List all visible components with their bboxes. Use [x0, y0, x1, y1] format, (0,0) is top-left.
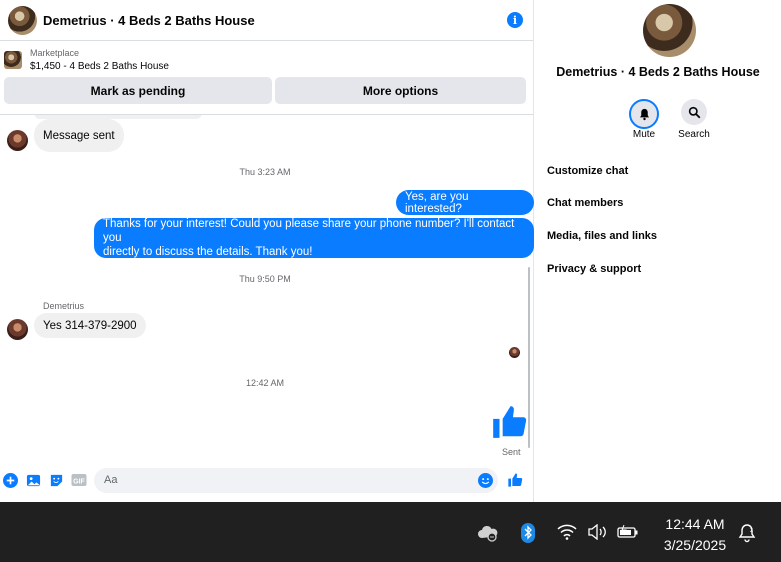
chat-info-sidebar: Demetrius · 4 Beds 2 Baths House Mute Se…	[535, 0, 781, 502]
search-icon	[688, 106, 700, 118]
info-icon[interactable]: i	[507, 12, 523, 28]
incoming-message: Yes 314-379-2900	[34, 313, 146, 338]
search-label: Search	[678, 129, 710, 140]
more-options-button[interactable]: More options	[275, 77, 526, 104]
clock-time: 12:44 AM	[665, 516, 725, 532]
composer: GIF Aa	[0, 462, 534, 498]
message-input-placeholder: Aa	[104, 474, 118, 486]
chat-panel: Demetrius · 4 Beds 2 Baths House i Marke…	[0, 0, 534, 502]
incoming-message: Message sent	[34, 119, 124, 152]
avatar[interactable]	[7, 319, 28, 340]
battery-icon[interactable]	[617, 524, 639, 540]
message-list: Message sent Thu 3:23 AM Yes, are you in…	[0, 115, 534, 460]
svg-text:z: z	[750, 528, 753, 534]
notification-bell-icon[interactable]: z	[737, 523, 757, 543]
bell-icon	[639, 108, 649, 120]
taskbar: 12:44 AM 3/25/2025 z	[0, 502, 781, 562]
timestamp: Thu 9:50 PM	[239, 274, 291, 284]
plus-icon[interactable]	[2, 472, 18, 488]
chat-members-item[interactable]: Chat members	[547, 197, 623, 209]
sidebar-title: Demetrius · 4 Beds 2 Baths House	[556, 65, 760, 79]
wifi-icon[interactable]	[557, 524, 577, 540]
marketplace-label: Marketplace	[30, 48, 80, 58]
customize-chat-item[interactable]: Customize chat	[547, 165, 628, 177]
mute-label: Mute	[632, 129, 656, 140]
chat-header: Demetrius · 4 Beds 2 Baths House i	[0, 0, 533, 41]
bluetooth-icon[interactable]	[520, 522, 536, 544]
outgoing-message: Yes, are you interested?	[396, 190, 534, 215]
outgoing-message: Thanks for your interest! Could you plea…	[94, 218, 534, 258]
read-receipt-avatar	[509, 347, 520, 358]
volume-icon[interactable]	[587, 524, 609, 540]
chat-title: Demetrius · 4 Beds 2 Baths House	[43, 12, 255, 28]
sender-name: Demetrius	[43, 301, 85, 311]
photo-icon[interactable]	[25, 472, 41, 488]
scrollbar[interactable]	[528, 267, 530, 448]
mute-button[interactable]	[629, 99, 659, 129]
message-line: directly to discuss the details. Thank y…	[103, 246, 313, 258]
emoji-icon[interactable]	[478, 472, 493, 488]
avatar[interactable]	[7, 130, 28, 151]
marketplace-bar: Marketplace $1,450 - 4 Beds 2 Baths Hous…	[0, 41, 533, 115]
system-clock[interactable]: 12:44 AM 3/25/2025	[652, 514, 738, 556]
search-button[interactable]	[681, 99, 707, 125]
svg-text:GIF: GIF	[73, 479, 85, 486]
mark-as-pending-button[interactable]: Mark as pending	[4, 77, 272, 104]
sidebar-avatar[interactable]	[643, 4, 696, 57]
media-files-links-item[interactable]: Media, files and links	[547, 230, 657, 242]
listing-price[interactable]: $1,450 - 4 Beds 2 Baths House	[30, 60, 169, 73]
sticker-icon[interactable]	[48, 472, 64, 488]
listing-avatar[interactable]	[8, 5, 37, 35]
onedrive-icon[interactable]	[477, 524, 499, 542]
message-input[interactable]: Aa	[94, 467, 498, 493]
privacy-support-item[interactable]: Privacy & support	[547, 263, 641, 275]
clock-date: 3/25/2025	[663, 537, 727, 553]
listing-thumbnail[interactable]	[4, 51, 22, 69]
message-text: Yes, are you interested?	[405, 190, 469, 215]
timestamp: Thu 3:23 AM	[239, 167, 291, 177]
message-line: Thanks for your interest! Could you plea…	[103, 218, 515, 244]
message-text: Yes 314-379-2900	[43, 319, 137, 332]
like-button-icon[interactable]	[507, 472, 523, 488]
messenger-window: Demetrius · 4 Beds 2 Baths House i Marke…	[0, 0, 781, 502]
message-text: Message sent	[43, 129, 115, 142]
delivery-status: Sent	[502, 447, 521, 457]
gif-icon[interactable]: GIF	[71, 472, 87, 488]
like-sticker-icon	[490, 402, 528, 442]
timestamp: 12:42 AM	[245, 378, 285, 388]
